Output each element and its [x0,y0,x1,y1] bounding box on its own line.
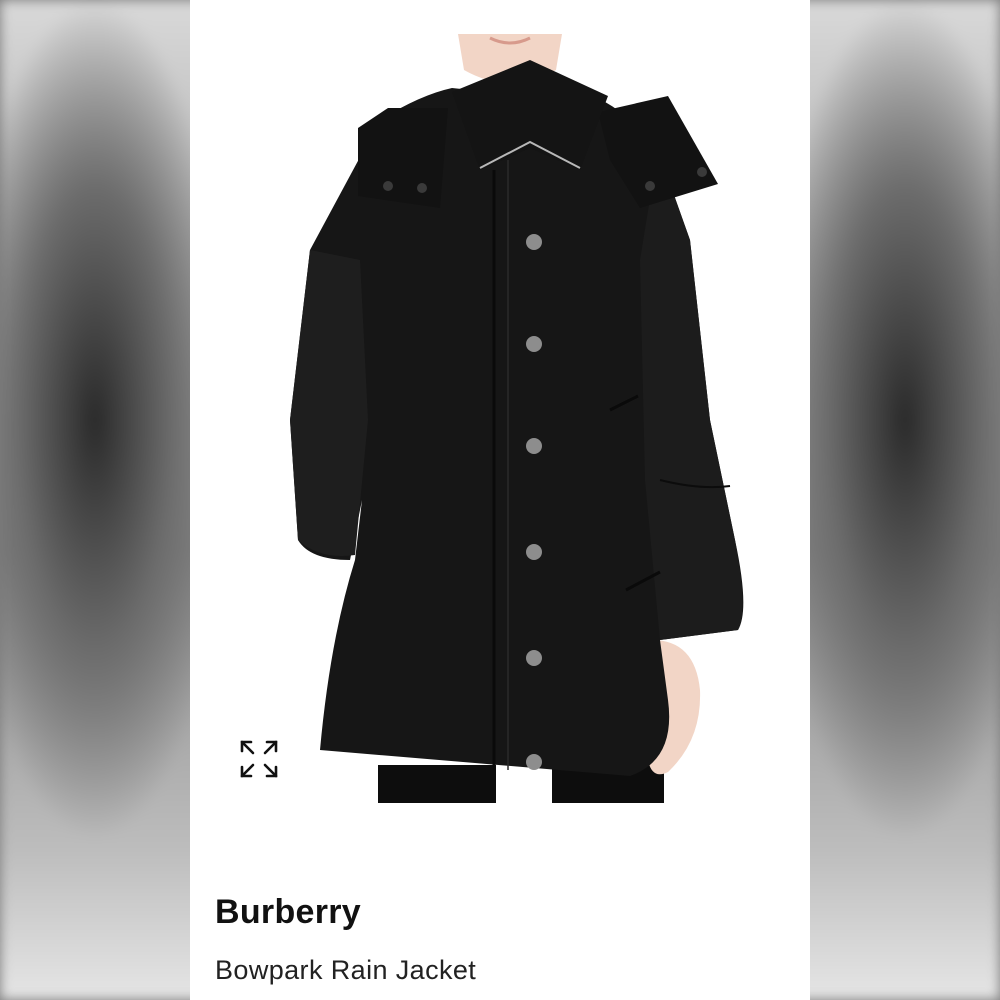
brand-name[interactable]: Burberry [215,893,361,932]
product-name[interactable]: Bowpark Rain Jacket [215,955,476,986]
coat-sleeve-right [640,150,743,640]
product-image[interactable] [190,0,810,850]
coat-button [526,544,542,560]
expand-arrows-icon [240,740,278,778]
jacket-photo [290,34,744,803]
coat-button [526,650,542,666]
model-leg-left [378,765,496,803]
hood-flap-left [358,108,448,208]
coat-button [526,754,542,770]
coat-button [526,336,542,352]
coat-button [526,234,542,250]
coat-button [526,438,542,454]
coat-sleeve-left [290,250,368,556]
expand-image-button[interactable] [238,738,280,780]
product-card: Burberry Bowpark Rain Jacket [190,0,810,1000]
